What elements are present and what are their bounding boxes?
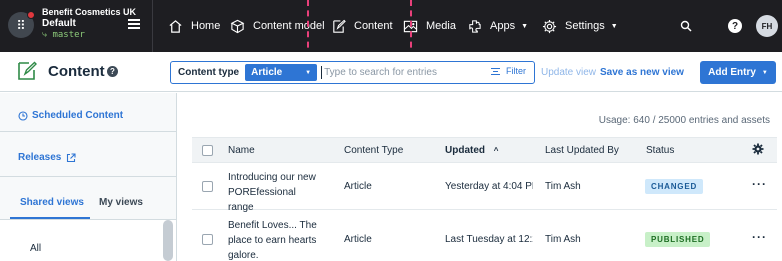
sidebar-divider bbox=[0, 176, 176, 177]
entries-header: Content ? Content type Article ▼ Filter … bbox=[0, 52, 782, 92]
search-input[interactable] bbox=[321, 66, 482, 79]
chevron-down-icon: ▼ bbox=[305, 69, 312, 76]
account-menu[interactable]: FH ▼ bbox=[756, 0, 782, 52]
search-icon[interactable] bbox=[680, 0, 692, 52]
environment-name: master bbox=[52, 30, 85, 40]
settings-icon[interactable] bbox=[752, 143, 764, 158]
update-view-link[interactable]: Update view bbox=[541, 67, 596, 78]
nav-home-label: Home bbox=[191, 20, 221, 32]
column-name[interactable]: Name bbox=[228, 145, 255, 156]
status-badge: CHANGED bbox=[645, 179, 704, 194]
entry-name[interactable]: Introducing our new POREfessional range bbox=[228, 170, 323, 215]
view-item-all[interactable]: All bbox=[30, 243, 41, 254]
scheduled-content-label: Scheduled Content bbox=[32, 110, 124, 121]
save-view-link[interactable]: Save as new view bbox=[600, 67, 684, 78]
avatar: FH bbox=[756, 15, 778, 37]
entry-content-type: Article bbox=[344, 181, 372, 192]
filter-button[interactable]: Filter bbox=[491, 66, 526, 76]
column-updated-label: Updated bbox=[445, 145, 485, 156]
nav-divider bbox=[152, 0, 153, 52]
apps-icon bbox=[466, 18, 482, 34]
space-name: Default bbox=[42, 18, 76, 29]
page-title: Content bbox=[48, 63, 105, 80]
search-bar: Content type Article ▼ Filter bbox=[170, 61, 535, 84]
row-checkbox[interactable] bbox=[202, 234, 213, 245]
filter-icon bbox=[491, 67, 500, 75]
chevron-down-icon: ▼ bbox=[761, 69, 768, 76]
help-icon[interactable]: ? bbox=[107, 66, 118, 77]
nav-home[interactable]: Home bbox=[167, 0, 220, 52]
nav-settings[interactable]: Settings ▼ bbox=[541, 0, 618, 52]
chevron-down-icon: ▼ bbox=[521, 22, 529, 30]
apps-grid-icon[interactable]: ⠿ bbox=[8, 11, 35, 38]
nav-apps-label: Apps bbox=[490, 20, 516, 32]
home-icon bbox=[167, 18, 183, 34]
filter-label: Filter bbox=[506, 66, 526, 76]
nav-media-label: Media bbox=[426, 20, 456, 32]
nav-settings-label: Settings bbox=[565, 20, 605, 32]
content-model-icon bbox=[229, 18, 245, 34]
releases-link[interactable]: Releases bbox=[18, 152, 76, 163]
help-icon: ? bbox=[728, 19, 742, 33]
column-updated[interactable]: Updated ^ bbox=[445, 145, 498, 156]
organization-name: Benefit Cosmetics UK bbox=[42, 7, 137, 17]
tab-my-views[interactable]: My views bbox=[99, 197, 143, 208]
sidebar-scrollbar[interactable] bbox=[163, 220, 173, 261]
entry-updated: Yesterday at 4:04 PM bbox=[445, 181, 533, 192]
content-type-label: Content type bbox=[178, 67, 240, 78]
sidebar-divider bbox=[0, 131, 176, 132]
entry-updated-by: Tim Ash bbox=[545, 234, 581, 245]
entry-updated-by: Tim Ash bbox=[545, 181, 581, 192]
content-type-select[interactable]: Article ▼ bbox=[245, 64, 318, 81]
releases-label: Releases bbox=[18, 152, 62, 163]
clock-icon bbox=[18, 110, 28, 121]
table-row[interactable]: Introducing our new POREfessional range … bbox=[192, 163, 777, 213]
column-last-updated-by[interactable]: Last Updated By bbox=[545, 145, 619, 156]
column-content-type[interactable]: Content Type bbox=[344, 145, 403, 156]
sort-ascending-icon: ^ bbox=[493, 146, 499, 155]
entry-content-type: Article bbox=[344, 234, 372, 245]
environment-label: ⤷ master bbox=[42, 30, 85, 40]
settings-icon bbox=[541, 18, 557, 34]
add-entry-button[interactable]: Add Entry ▼ bbox=[700, 61, 776, 84]
status-badge: PUBLISHED bbox=[645, 232, 711, 247]
content-type-value: Article bbox=[251, 67, 283, 78]
highlight-annotation bbox=[307, 0, 412, 58]
content-icon bbox=[16, 60, 38, 82]
table-row[interactable]: Benefit Loves... The place to earn heart… bbox=[192, 210, 777, 261]
usage-text: Usage: 640 / 25000 entries and assets bbox=[598, 115, 770, 126]
select-all-checkbox[interactable] bbox=[202, 145, 213, 156]
scheduled-content-link[interactable]: Scheduled Content bbox=[18, 110, 123, 121]
row-checkbox[interactable] bbox=[202, 181, 213, 192]
column-status[interactable]: Status bbox=[646, 145, 674, 156]
menu-icon[interactable] bbox=[128, 19, 140, 29]
space-switcher[interactable]: ⠿ Benefit Cosmetics UK Default ⤷ master bbox=[0, 0, 150, 52]
chevron-down-icon: ▼ bbox=[610, 22, 618, 30]
tab-shared-views[interactable]: Shared views bbox=[20, 197, 84, 208]
add-entry-label: Add Entry bbox=[708, 67, 756, 78]
external-link-icon bbox=[67, 152, 76, 162]
help-button[interactable]: ? bbox=[728, 0, 742, 52]
nav-apps[interactable]: Apps ▼ bbox=[466, 0, 528, 52]
more-actions-icon[interactable]: ··· bbox=[752, 177, 767, 191]
entry-updated: Last Tuesday at 12:24 bbox=[445, 234, 533, 245]
more-actions-icon[interactable]: ··· bbox=[752, 230, 767, 244]
notification-dot bbox=[27, 11, 35, 19]
views-list bbox=[0, 220, 176, 261]
table-header: Name Content Type Updated ^ Last Updated… bbox=[192, 137, 777, 163]
entry-name[interactable]: Benefit Loves... The place to earn heart… bbox=[228, 218, 323, 261]
